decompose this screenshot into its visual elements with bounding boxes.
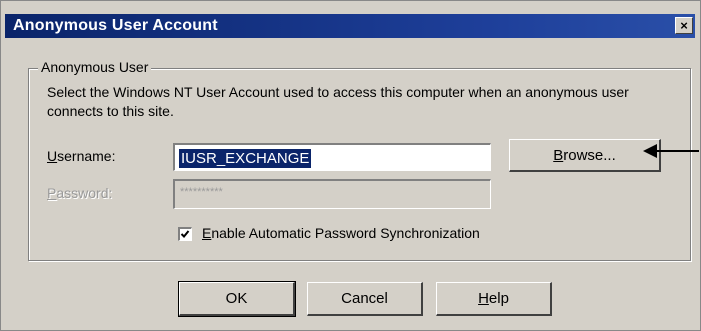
password-input[interactable]: ********** [173,179,491,209]
ok-button-label: OK [225,290,248,307]
cancel-button-label: Cancel [341,290,388,307]
checkmark-icon [180,230,190,238]
password-label-rest: assword: [56,185,113,201]
browse-label-accel: B [553,146,564,164]
password-label: Password: [47,185,112,201]
browse-label-rest: rowse... [563,146,616,164]
browse-button-label: Browse... [553,147,616,164]
close-button[interactable]: × [675,17,693,34]
ok-button[interactable]: OK [178,281,296,317]
close-icon: × [680,18,688,33]
help-label-rest: elp [488,290,509,307]
username-value: IUSR_EXCHANGE [179,149,312,168]
username-label-rest: sername: [57,148,116,164]
password-label-accel: P [47,185,57,201]
username-input[interactable]: IUSR_EXCHANGE [173,143,491,171]
sync-label-rest: nable Automatic Password Synchronization [211,225,480,241]
help-label-accel: H [478,290,489,307]
sync-checkbox[interactable] [178,227,192,241]
groupbox-label: Anonymous User [38,59,152,75]
help-button[interactable]: Help [436,282,552,316]
window-title: Anonymous User Account [13,17,218,34]
cancel-button[interactable]: Cancel [307,282,423,316]
username-label: Username: [47,148,115,164]
username-label-accel: U [47,148,58,164]
group-description: Select the Windows NT User Account used … [47,84,629,119]
help-button-label: Help [478,290,509,307]
anonymous-user-account-dialog: Anonymous User Account × Anonymous User … [0,0,701,331]
title-bar: Anonymous User Account × [5,14,695,38]
sync-checkbox-label[interactable]: Enable Automatic Password Synchronizatio… [202,225,480,241]
browse-button[interactable]: Browse... [509,139,661,172]
sync-label-accel: E [202,225,212,241]
password-value: ********** [180,186,223,198]
left-arrow-icon [643,144,699,158]
